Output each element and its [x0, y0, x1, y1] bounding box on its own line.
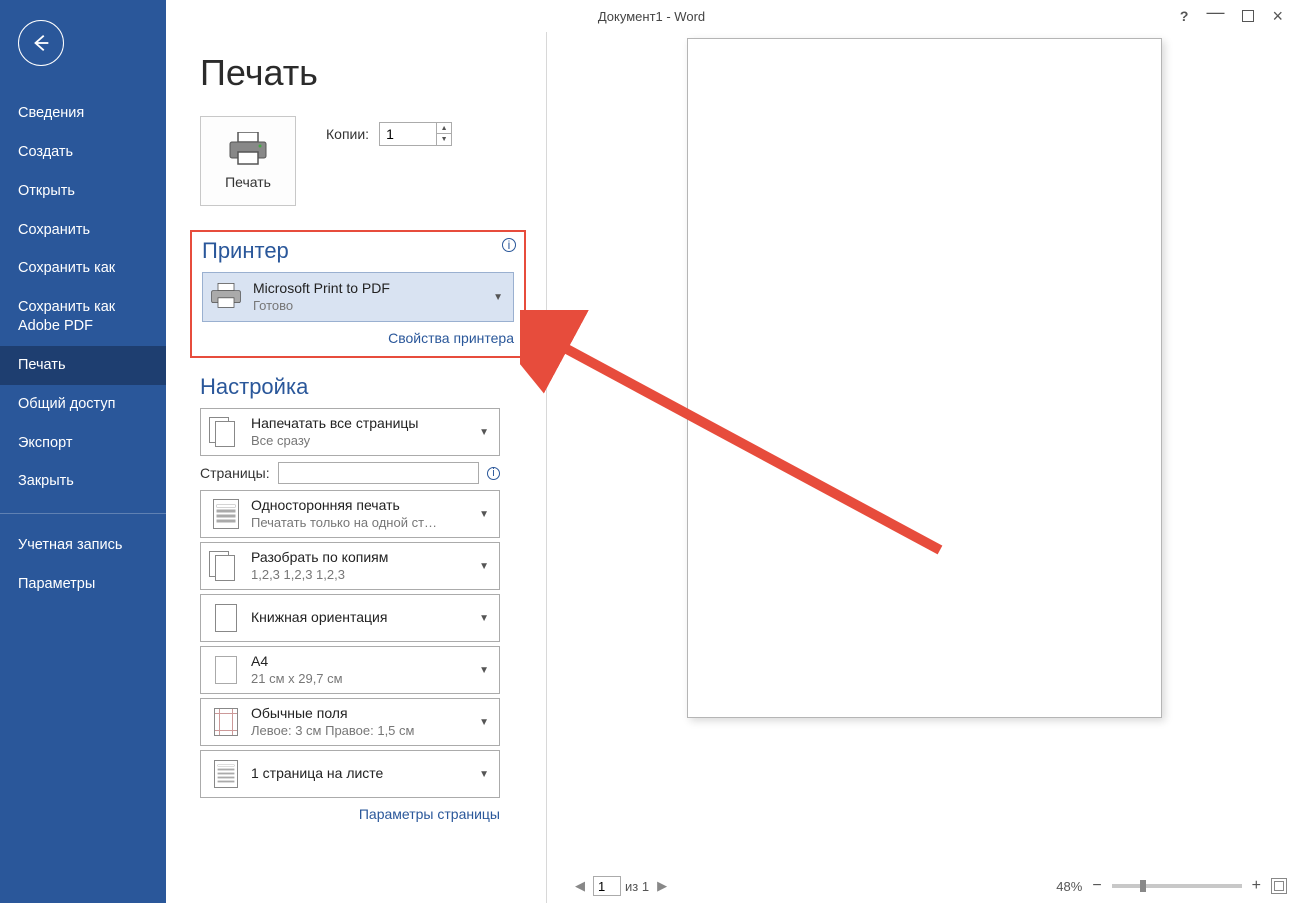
window-title: Документ1 - Word: [598, 9, 705, 24]
print-action-row: Печать Копии: ▲ ▼: [200, 116, 546, 206]
sidebar-item-new[interactable]: Создать: [0, 133, 166, 172]
orientation-dropdown[interactable]: Книжная ориентация ▼: [200, 594, 500, 642]
printer-name: Microsoft Print to PDF: [253, 280, 479, 298]
duplex-dropdown[interactable]: Односторонняя печать Печатать только на …: [200, 490, 500, 538]
chevron-down-icon: ▼: [475, 509, 493, 520]
pages-input[interactable]: [278, 462, 479, 484]
print-settings-column: Печать Печать Копии: ▲ ▼: [166, 32, 546, 903]
orientation-icon: [207, 601, 241, 635]
zoom-percent: 48%: [1056, 879, 1082, 894]
pages-row: Страницы: i: [200, 462, 500, 484]
printer-status: Готово: [253, 298, 479, 314]
back-button[interactable]: [18, 20, 64, 66]
sidebar-item-save-as[interactable]: Сохранить как: [0, 249, 166, 288]
printer-section-title: Принтер: [202, 238, 514, 264]
printer-icon: [228, 132, 268, 166]
sidebar-item-share[interactable]: Общий доступ: [0, 385, 166, 424]
pages-label: Страницы:: [200, 465, 270, 481]
copies-row: Копии: ▲ ▼: [326, 122, 452, 146]
margins-dropdown[interactable]: Обычные поля Левое: 3 см Правое: 1,5 см …: [200, 698, 500, 746]
paper-size-dropdown[interactable]: A4 21 см x 29,7 см ▼: [200, 646, 500, 694]
collate-icon: [207, 549, 241, 583]
paper-size-icon: [207, 653, 241, 687]
zoom-in-icon[interactable]: +: [1250, 877, 1263, 895]
margins-icon: [207, 705, 241, 739]
window-controls: ? — ×: [1180, 6, 1303, 27]
chevron-down-icon: ▼: [475, 561, 493, 572]
pages-info-icon[interactable]: i: [487, 467, 500, 480]
copies-label: Копии:: [326, 126, 369, 142]
print-range-dropdown[interactable]: Напечатать все страницы Все сразу ▼: [200, 408, 500, 456]
printer-info-icon[interactable]: i: [502, 238, 516, 252]
settings-section-title: Настройка: [200, 374, 546, 400]
next-page-icon[interactable]: ▶: [653, 878, 671, 894]
page-navigator: ◀ из 1 ▶: [571, 876, 671, 896]
sidebar-item-open[interactable]: Открыть: [0, 172, 166, 211]
pages-per-sheet-icon: [207, 757, 241, 791]
copies-up-icon[interactable]: ▲: [437, 123, 451, 134]
print-button-label: Печать: [225, 174, 271, 190]
copies-input[interactable]: [380, 123, 436, 145]
zoom-slider[interactable]: [1112, 884, 1242, 888]
printer-icon: [209, 280, 243, 314]
print-button[interactable]: Печать: [200, 116, 296, 206]
fit-to-window-icon[interactable]: [1271, 878, 1287, 894]
chevron-down-icon: ▼: [475, 613, 493, 624]
settings-group: Напечатать все страницы Все сразу ▼ Стра…: [200, 408, 500, 822]
collate-dropdown[interactable]: Разобрать по копиям 1,2,3 1,2,3 1,2,3 ▼: [200, 542, 500, 590]
sidebar-item-export[interactable]: Экспорт: [0, 424, 166, 463]
chevron-down-icon: ▼: [489, 292, 507, 303]
sidebar-item-save[interactable]: Сохранить: [0, 211, 166, 250]
chevron-down-icon: ▼: [475, 665, 493, 676]
main-area: Печать Печать Копии: ▲ ▼: [166, 32, 1303, 903]
page-setup-link[interactable]: Параметры страницы: [359, 806, 500, 822]
chevron-down-icon: ▼: [475, 769, 493, 780]
printer-properties-link[interactable]: Свойства принтера: [388, 330, 514, 346]
sidebar-item-account[interactable]: Учетная запись: [0, 526, 166, 565]
page-total-text: из 1: [625, 879, 649, 894]
duplex-icon: [207, 497, 241, 531]
sidebar-item-info[interactable]: Сведения: [0, 94, 166, 133]
sidebar-item-close[interactable]: Закрыть: [0, 462, 166, 501]
current-page-input[interactable]: [593, 876, 621, 896]
pages-per-sheet-dropdown[interactable]: 1 страница на листе ▼: [200, 750, 500, 798]
zoom-out-icon[interactable]: −: [1090, 877, 1103, 895]
close-icon[interactable]: ×: [1272, 6, 1283, 27]
title-bar: Документ1 - Word ? — ×: [0, 0, 1303, 32]
copies-down-icon[interactable]: ▼: [437, 134, 451, 145]
copies-spinbox[interactable]: ▲ ▼: [379, 122, 452, 146]
preview-column: ◀ из 1 ▶ 48% − +: [546, 32, 1303, 903]
page-title: Печать: [200, 52, 546, 94]
maximize-icon[interactable]: [1242, 10, 1254, 22]
printer-dropdown[interactable]: Microsoft Print to PDF Готово ▼: [202, 272, 514, 322]
zoom-controls: 48% − +: [1056, 877, 1287, 895]
preview-footer: ◀ из 1 ▶ 48% − +: [547, 871, 1303, 903]
sidebar-item-options[interactable]: Параметры: [0, 565, 166, 604]
prev-page-icon[interactable]: ◀: [571, 878, 589, 894]
chevron-down-icon: ▼: [475, 717, 493, 728]
pages-icon: [207, 415, 241, 449]
help-icon[interactable]: ?: [1180, 8, 1189, 24]
preview-page: [687, 38, 1162, 718]
sidebar-item-save-adobe-pdf[interactable]: Сохранить как Adobe PDF: [0, 288, 166, 346]
sidebar-separator: [0, 513, 166, 514]
sidebar-item-print[interactable]: Печать: [0, 346, 166, 385]
chevron-down-icon: ▼: [475, 427, 493, 438]
minimize-icon[interactable]: —: [1206, 2, 1224, 23]
printer-section-highlight: Принтер i Microsoft Print to PDF Готово …: [190, 230, 526, 358]
backstage-sidebar: Сведения Создать Открыть Сохранить Сохра…: [0, 0, 166, 903]
